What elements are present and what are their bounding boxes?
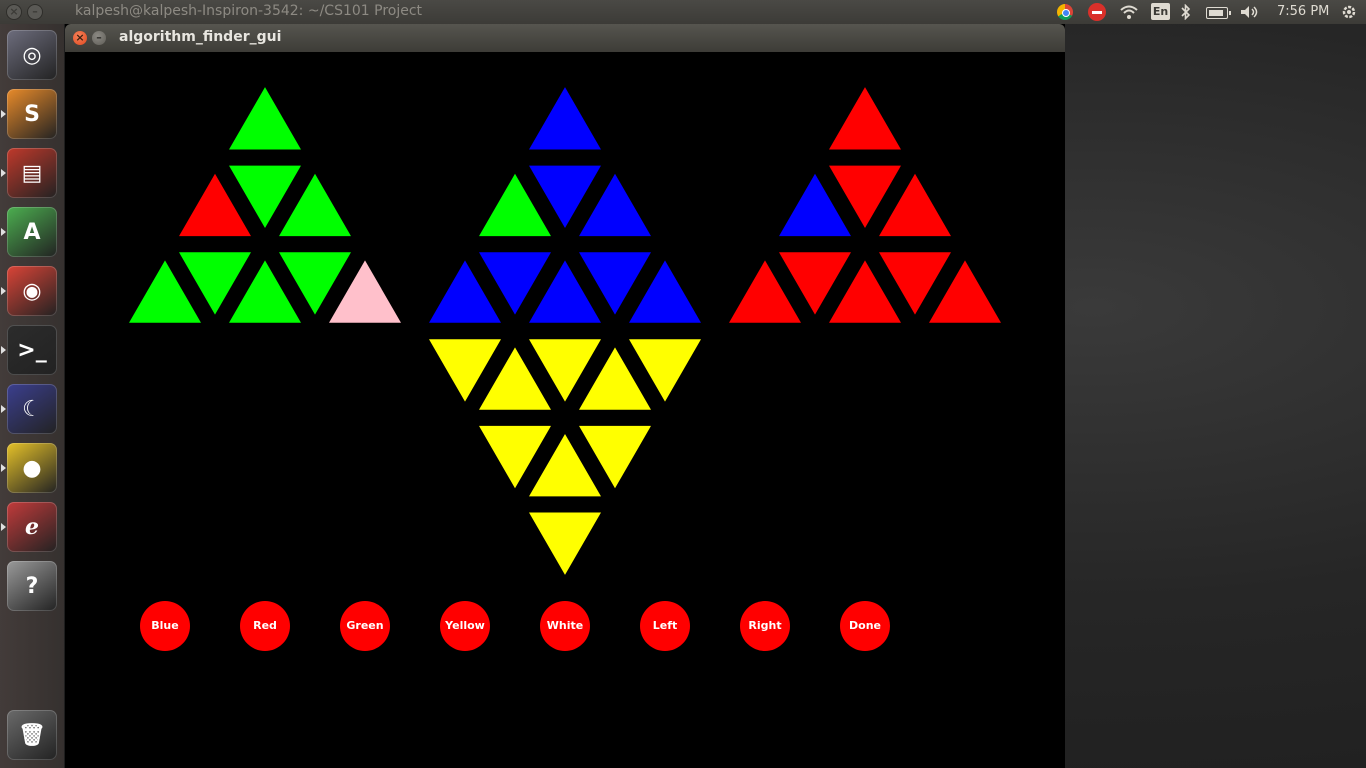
stellarium-glyph: ☾	[22, 396, 42, 422]
right-button[interactable]: Right	[740, 601, 790, 651]
yellow-button[interactable]: Yellow	[440, 601, 490, 651]
panel-window-title: kalpesh@kalpesh-Inspiron-3542: ~/CS101 P…	[75, 3, 423, 19]
app-window: × – algorithm_finder_gui Blue Red Green Yel…	[65, 24, 1065, 768]
done-button[interactable]: Done	[840, 601, 890, 651]
running-indicator	[1, 464, 6, 472]
window-minimize-button[interactable]: –	[92, 31, 106, 45]
running-indicator	[1, 346, 6, 354]
file-manager-icon[interactable]: ▤	[7, 148, 57, 198]
help-glyph: ?	[25, 573, 39, 599]
terminal-icon[interactable]: >_	[7, 325, 57, 375]
terminal-glyph: >_	[17, 337, 47, 363]
center-face-sticker-0[interactable]	[529, 87, 601, 150]
blue-button[interactable]: Blue	[140, 601, 190, 651]
file-manager-glyph: ▤	[21, 160, 43, 186]
chrome-icon[interactable]: ◉	[7, 266, 57, 316]
green-button[interactable]: Green	[340, 601, 390, 651]
running-indicator	[1, 169, 6, 177]
ubuntu-dash-icon[interactable]: ◎	[7, 30, 57, 80]
trash-icon[interactable]: 🗑	[7, 710, 57, 760]
panel-minimize-button[interactable]: –	[27, 4, 43, 20]
keyboard-layout-indicator[interactable]: En	[1151, 3, 1170, 20]
launcher: ◎ S ▤ A ◉ >_ ☾ ● ℯ? 🗑	[0, 24, 65, 768]
left-button[interactable]: Left	[640, 601, 690, 651]
stellarium-icon[interactable]: ☾	[7, 384, 57, 434]
bottom-face-sticker-0[interactable]	[529, 512, 601, 575]
ubuntu-dash-glyph: ◎	[22, 42, 42, 68]
help-icon[interactable]: ?	[7, 561, 57, 611]
running-indicator	[1, 110, 6, 118]
volume-icon[interactable]	[1240, 5, 1260, 19]
pdf-viewer-glyph: ℯ	[25, 514, 39, 540]
top-panel: × – kalpesh@kalpesh-Inspiron-3542: ~/CS1…	[0, 0, 1366, 24]
left-face-sticker-0[interactable]	[229, 87, 301, 150]
stop-indicator-icon[interactable]	[1088, 3, 1106, 21]
running-indicator	[1, 405, 6, 413]
sublime-text-glyph: S	[24, 101, 40, 127]
pdf-viewer-icon[interactable]: ℯ	[7, 502, 57, 552]
trash-glyph: 🗑	[18, 722, 46, 748]
window-titlebar[interactable]: × – algorithm_finder_gui	[65, 24, 1065, 52]
running-indicator	[1, 228, 6, 236]
clock[interactable]: 7:56 PM	[1277, 2, 1329, 22]
wifi-icon[interactable]	[1119, 4, 1139, 20]
battery-icon[interactable]	[1206, 7, 1231, 19]
chrome-indicator-icon[interactable]	[1057, 4, 1073, 20]
android-studio-icon[interactable]: A	[7, 207, 57, 257]
running-indicator	[1, 287, 6, 295]
window-close-button[interactable]: ×	[73, 31, 87, 45]
penguin-game-icon[interactable]: ●	[7, 443, 57, 493]
sublime-text-icon[interactable]: S	[7, 89, 57, 139]
white-button[interactable]: White	[540, 601, 590, 651]
settings-gear-icon[interactable]	[1340, 3, 1358, 21]
pyraminx-net	[129, 87, 1001, 575]
window-title: algorithm_finder_gui	[119, 29, 282, 45]
android-studio-glyph: A	[23, 219, 41, 245]
red-button[interactable]: Red	[240, 601, 290, 651]
bluetooth-icon[interactable]	[1181, 4, 1191, 20]
right-face-sticker-0[interactable]	[829, 87, 901, 150]
pyraminx-canvas: Blue Red Green Yellow White Left Right Done	[65, 52, 1065, 768]
chrome-glyph: ◉	[22, 278, 42, 304]
panel-close-button[interactable]: ×	[6, 4, 22, 20]
penguin-game-glyph: ●	[22, 455, 42, 481]
running-indicator	[1, 523, 6, 531]
